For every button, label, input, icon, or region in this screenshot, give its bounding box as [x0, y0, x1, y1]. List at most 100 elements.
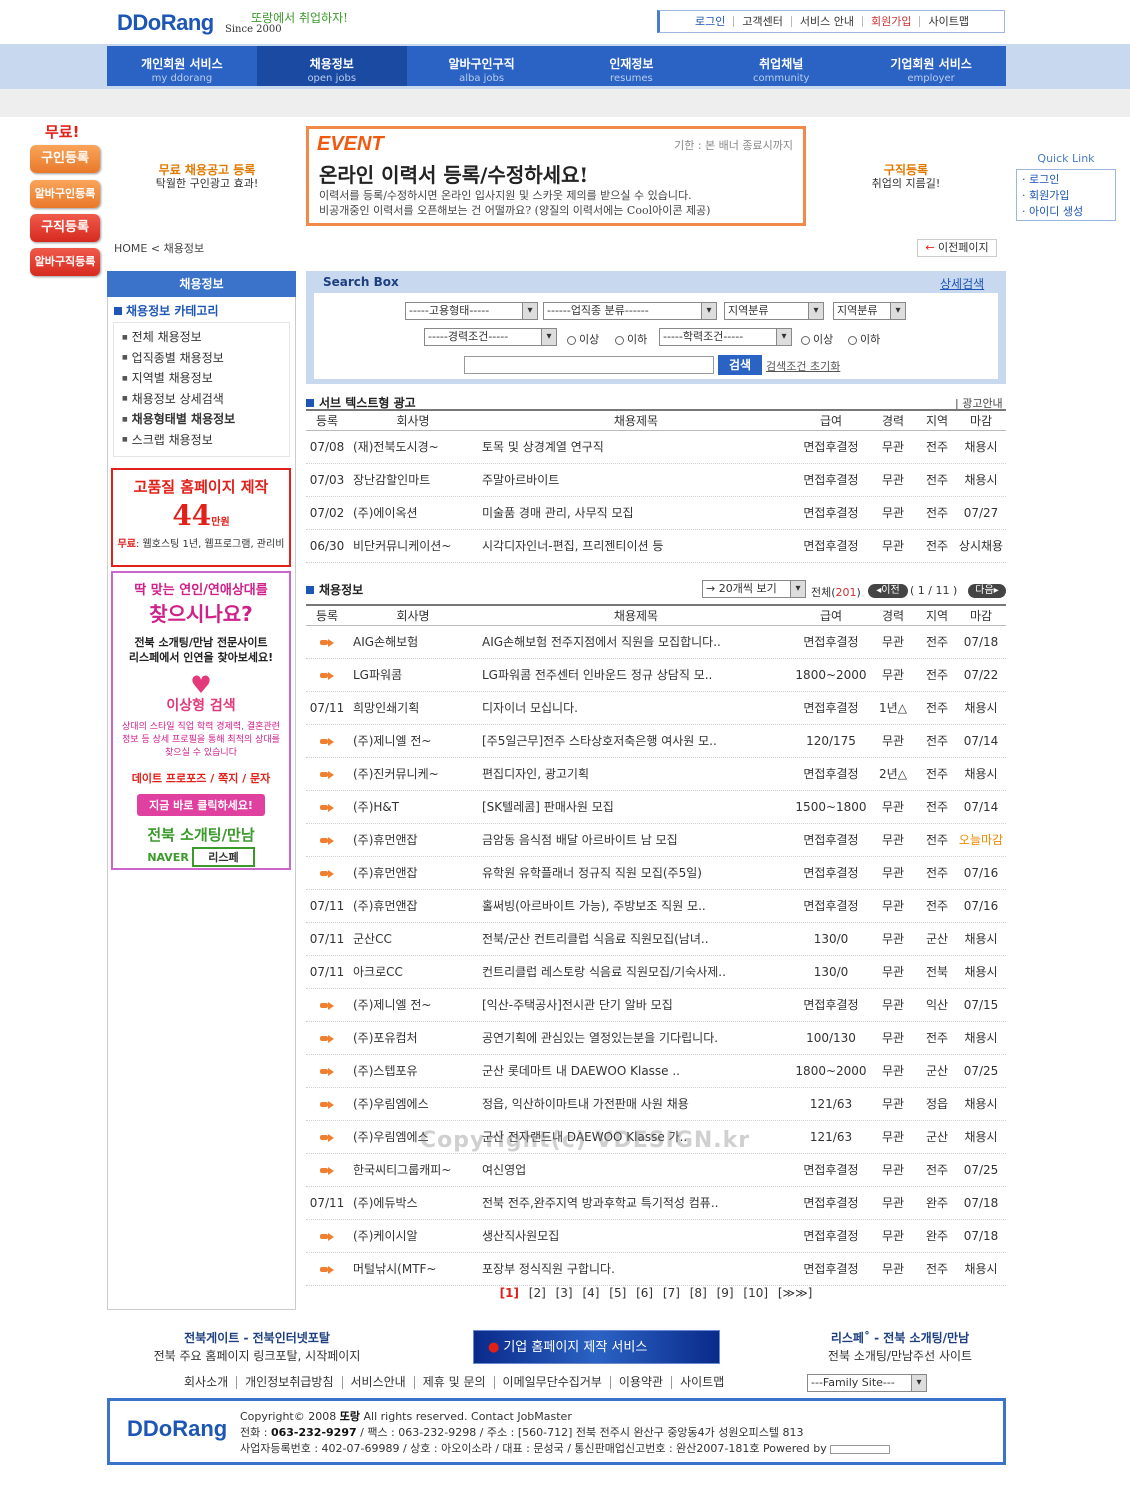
search-reset-link[interactable]: 검색조건 초기화: [766, 358, 840, 374]
table-row[interactable]: 06/30 비단커뮤니케이션~ 시각디자인너-편집, 프리젠티이션 등 면접후결정 무관…: [306, 530, 1006, 563]
row-title[interactable]: 시각디자인너-편집, 프리젠티이션 등: [478, 530, 794, 562]
alba-post-button[interactable]: 알바구인등록: [30, 180, 100, 208]
footer-link-terms[interactable]: 이용약관: [611, 1376, 673, 1389]
table-row[interactable]: LG파워콤 LG파워콤 전주센터 인바운드 정규 상담직 모.. 1800~2000…: [306, 659, 1006, 692]
row-company[interactable]: LG파워콤: [348, 659, 478, 691]
family-site-select[interactable]: ---Family Site---: [807, 1374, 927, 1392]
page-link[interactable]: [10]: [743, 1286, 768, 1300]
row-company[interactable]: 아크로CC: [348, 956, 478, 988]
row-title[interactable]: 토목 및 상경계열 연구직: [478, 431, 794, 463]
footer-link-partner[interactable]: 제휴 및 문의: [415, 1376, 495, 1389]
row-title[interactable]: 미술품 경매 관리, 사무직 모집: [478, 497, 794, 529]
row-title[interactable]: 편집디자인, 광고기획: [478, 758, 794, 790]
row-company[interactable]: (주)포유컴처: [348, 1022, 478, 1054]
edu-less-radio[interactable]: 이하: [848, 331, 880, 347]
career-more-radio[interactable]: 이상: [567, 331, 599, 347]
page-link[interactable]: [9]: [717, 1286, 734, 1300]
job-post-button[interactable]: 구인등록: [30, 145, 100, 173]
prev-button[interactable]: ◂이전: [868, 584, 908, 598]
row-title[interactable]: AIG손해보험 전주지점에서 직원을 모집합니다..: [478, 626, 794, 658]
row-title[interactable]: 주말아르바이트: [478, 464, 794, 496]
top-link-sitemap[interactable]: 사이트맵: [920, 16, 976, 27]
breadcrumb-home[interactable]: HOME: [114, 242, 147, 255]
row-title[interactable]: 여신영업: [478, 1154, 794, 1186]
row-company[interactable]: (주)휴먼앤잡: [348, 824, 478, 856]
table-row[interactable]: 07/08 (재)전북도시경~ 토목 및 상경계열 연구직 면접후결정 무관 전주 채용시: [306, 431, 1006, 464]
row-company[interactable]: 희망인쇄기획: [348, 692, 478, 724]
row-title[interactable]: 정읍, 익산하이마트내 가전판매 사원 채용: [478, 1088, 794, 1120]
row-title[interactable]: [주5일근무]전주 스타상호저축은행 여사원 모..: [478, 725, 794, 757]
nav-alba[interactable]: 알바구인구직 alba jobs: [407, 46, 557, 86]
table-row[interactable]: (주)제니엘 전~ [주5일근무]전주 스타상호저축은행 여사원 모.. 120/1…: [306, 725, 1006, 758]
career-select[interactable]: -----경력조건-----: [424, 328, 557, 346]
table-row[interactable]: 07/11 (주)에듀박스 전북 전주,완주지역 방과후학교 특기적성 컴퓨.. 면접…: [306, 1187, 1006, 1220]
page-next-link[interactable]: [≫≫]: [778, 1286, 813, 1300]
row-title[interactable]: 컨트리클럽 레스토랑 식음료 직원모집/기숙사제..: [478, 956, 794, 988]
career-less-radio[interactable]: 이하: [615, 331, 647, 347]
table-row[interactable]: (주)H&T [SK텔레콤] 판매사원 모집 1500~1800 무관 전주 07/14: [306, 791, 1006, 824]
table-row[interactable]: 한국씨티그룹캐피~ 여신영업 면접후결정 무관 전주 07/25: [306, 1154, 1006, 1187]
sidebar-item-occupation[interactable]: 업직종별 채용정보: [122, 348, 289, 369]
nav-jobs[interactable]: 채용정보 open jobs: [256, 46, 407, 86]
row-company[interactable]: (주)진커뮤니케~: [348, 758, 478, 790]
nav-resumes[interactable]: 인재정보 resumes: [556, 46, 706, 86]
table-row[interactable]: (주)제니엘 전~ [익산-주택공사]전시관 단기 알바 모집 면접후결정 무관 익산 0…: [306, 989, 1006, 1022]
row-company[interactable]: (주)제니엘 전~: [348, 725, 478, 757]
search-button[interactable]: 검색: [718, 355, 762, 375]
row-title[interactable]: [익산-주택공사]전시관 단기 알바 모집: [478, 989, 794, 1021]
row-title[interactable]: 군산 롯데마트 내 DAEWOO Klasse ..: [478, 1055, 794, 1087]
quick-link-id[interactable]: · 아이디 생성: [1022, 204, 1110, 220]
top-link-join[interactable]: 회원가입: [863, 16, 921, 27]
row-company[interactable]: (주)휴먼앤잡: [348, 890, 478, 922]
row-company[interactable]: (주)케이시알: [348, 1220, 478, 1252]
row-title[interactable]: 디자이너 모십니다.: [478, 692, 794, 724]
footer-portal-title[interactable]: 전북게이트 - 전북인터넷포탈: [107, 1329, 407, 1346]
dating-ad-banner[interactable]: 딱 맞는 연인/연애상대를 찾으시나요? 전북 소개팅/만남 전문사이트 리스페에…: [111, 571, 291, 870]
page-link[interactable]: [7]: [663, 1286, 680, 1300]
footer-homepage-banner[interactable]: ● 기업 홈페이지 제작 서비스: [473, 1330, 720, 1364]
row-company[interactable]: (주)에듀박스: [348, 1187, 478, 1219]
row-company[interactable]: (주)H&T: [348, 791, 478, 823]
row-company[interactable]: (주)에이옥션: [348, 497, 478, 529]
sidebar-item-scrap[interactable]: 스크랩 채용정보: [122, 430, 289, 451]
row-company[interactable]: (주)우림엠에스: [348, 1088, 478, 1120]
page-link[interactable]: [2]: [529, 1286, 546, 1300]
row-title[interactable]: 금암동 음식점 배달 아르바이트 남 모집: [478, 824, 794, 856]
page-link[interactable]: [8]: [690, 1286, 707, 1300]
alba-resume-button[interactable]: 알바구직등록: [30, 248, 100, 276]
table-row[interactable]: (주)휴먼앤잡 금암동 음식점 배달 아르바이트 남 모집 면접후결정 무관 전주 오늘마…: [306, 824, 1006, 857]
row-title[interactable]: 전북/군산 컨트리클럽 식음료 직원모집(남녀..: [478, 923, 794, 955]
site-logo[interactable]: DDoRang: [117, 10, 214, 36]
table-row[interactable]: 07/03 장난감할인마트 주말아르바이트 면접후결정 무관 전주 채용시: [306, 464, 1006, 497]
footer-link-email[interactable]: 이메일무단수집거부: [495, 1376, 611, 1389]
sidebar-item-detail-search[interactable]: 채용정보 상세검색: [122, 389, 289, 410]
footer-link-privacy[interactable]: 개인정보취급방침: [237, 1376, 343, 1389]
top-link-service[interactable]: 서비스 안내: [792, 16, 863, 27]
table-row[interactable]: AIG손해보험 AIG손해보험 전주지점에서 직원을 모집합니다.. 면접후결정 무관…: [306, 626, 1006, 659]
ad2-cta-button[interactable]: 지금 바로 클릭하세요!: [137, 794, 265, 816]
footer-dating-title[interactable]: 리스페˚ - 전북 소개팅/만남: [760, 1329, 1040, 1346]
sidebar-item-all[interactable]: 전체 채용정보: [122, 327, 289, 348]
table-row[interactable]: (주)진커뮤니케~ 편집디자인, 광고기획 면접후결정 2년△ 전주 채용시: [306, 758, 1006, 791]
page-link[interactable]: [5]: [609, 1286, 626, 1300]
occupation-select[interactable]: ------업직종 분류------: [543, 302, 717, 320]
page-link[interactable]: [3]: [556, 1286, 573, 1300]
employment-type-select[interactable]: -----고용형태-----: [405, 302, 538, 320]
quick-link-login[interactable]: · 로그인: [1022, 172, 1110, 188]
homepage-ad-banner[interactable]: 고품질 홈페이지 제작 44만원 무료: 웹호스팅 1년, 웹프로그램, 관리비: [111, 468, 291, 567]
row-company[interactable]: (주)제니엘 전~: [348, 989, 478, 1021]
table-row[interactable]: 07/11 군산CC 전북/군산 컨트리클럽 식음료 직원모집(남녀.. 130/0 무…: [306, 923, 1006, 956]
prev-page-button[interactable]: ← 이전페이지: [917, 239, 997, 257]
row-company[interactable]: 장난감할인마트: [348, 464, 478, 496]
row-company[interactable]: 머털낚시(MTF~: [348, 1253, 478, 1285]
nav-employer[interactable]: 기업회원 서비스 employer: [856, 46, 1006, 86]
detail-search-link[interactable]: 상세검색: [940, 275, 984, 292]
resume-post-button[interactable]: 구직등록: [30, 214, 100, 242]
table-row[interactable]: (주)케이시알 생산직사원모집 면접후결정 무관 완주 07/18: [306, 1220, 1006, 1253]
row-company[interactable]: (주)스텝포유: [348, 1055, 478, 1087]
table-row[interactable]: (주)우림엠에스 정읍, 익산하이마트내 가전판매 사원 채용 121/63 무관 정읍…: [306, 1088, 1006, 1121]
row-title[interactable]: 생산직사원모집: [478, 1220, 794, 1252]
table-row[interactable]: 07/02 (주)에이옥션 미술품 경매 관리, 사무직 모집 면접후결정 무관 전주 07…: [306, 497, 1006, 530]
row-company[interactable]: 군산CC: [348, 923, 478, 955]
edu-more-radio[interactable]: 이상: [801, 331, 833, 347]
